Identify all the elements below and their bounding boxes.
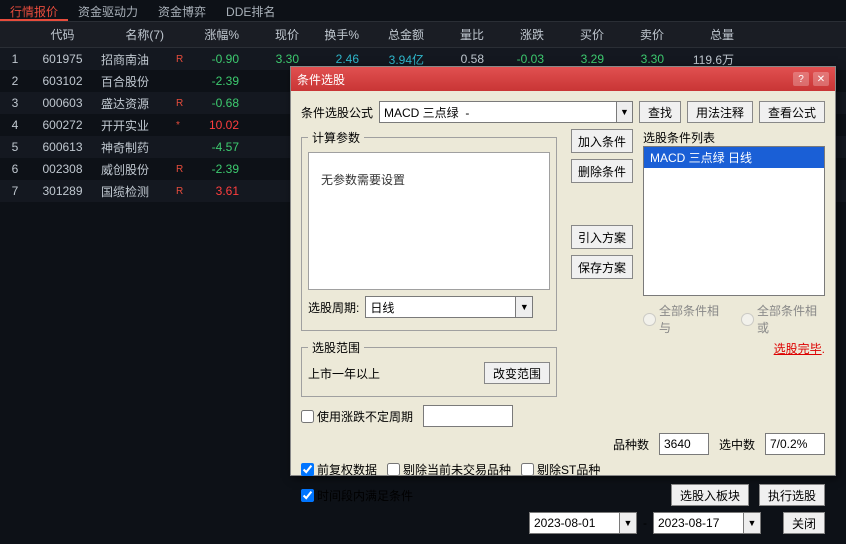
param-legend: 计算参数 (308, 129, 364, 146)
th-volratio[interactable]: 量比 (430, 26, 490, 43)
view-formula-button[interactable]: 查看公式 (759, 101, 825, 123)
radio-and[interactable]: 全部条件相与 (643, 302, 727, 336)
th-chg[interactable]: 涨幅% (185, 26, 245, 43)
chevron-down-icon[interactable]: ▼ (616, 101, 633, 123)
change-range-button[interactable]: 改变范围 (484, 362, 550, 384)
tab-bar: 行情报价 资金驱动力 资金博弈 DDE排名 (0, 0, 846, 22)
th-sell[interactable]: 卖价 (610, 26, 670, 43)
dialog-title: 条件选股 (297, 71, 345, 88)
list-item[interactable]: MACD 三点绿 日线 (644, 147, 824, 168)
status-text[interactable]: 选股完毕 (774, 342, 822, 356)
th-code[interactable]: 代码 (30, 26, 95, 43)
count-value (659, 433, 709, 455)
th-buy[interactable]: 买价 (550, 26, 610, 43)
tab-dde[interactable]: DDE排名 (216, 0, 285, 21)
chevron-down-icon[interactable]: ▼ (619, 512, 637, 534)
chk-exclude-st[interactable]: 剔除ST品种 (521, 461, 600, 478)
var-period-input[interactable] (423, 405, 513, 427)
selected-label: 选中数 (719, 436, 755, 453)
selected-value (765, 433, 825, 455)
range-text: 上市一年以上 (308, 365, 380, 382)
help-icon[interactable]: ? (793, 72, 809, 86)
tab-fund-drive[interactable]: 资金驱动力 (68, 0, 148, 21)
th-turnover[interactable]: 换手% (305, 26, 365, 43)
chk-adjusted[interactable]: 前复权数据 (301, 461, 377, 478)
period-combo[interactable]: ▼ (365, 296, 533, 318)
table-header: 代码 名称(7) 涨幅% 现价 换手% 总金额 量比 涨跌 买价 卖价 总量 (0, 22, 846, 48)
formula-label: 条件选股公式 (301, 104, 373, 121)
chevron-down-icon[interactable]: ▼ (743, 512, 761, 534)
find-button[interactable]: 查找 (639, 101, 681, 123)
delete-condition-button[interactable]: 删除条件 (571, 159, 633, 183)
close-button[interactable]: 关闭 (783, 512, 825, 534)
period-input[interactable] (365, 296, 515, 318)
th-price[interactable]: 现价 (245, 26, 305, 43)
add-to-sector-button[interactable]: 选股入板块 (671, 484, 749, 506)
chk-exclude-notrade[interactable]: 剔除当前未交易品种 (387, 461, 511, 478)
param-group: 计算参数 无参数需要设置 选股周期: ▼ (301, 129, 557, 331)
tab-quote[interactable]: 行情报价 (0, 0, 68, 21)
close-icon[interactable]: ✕ (813, 72, 829, 86)
formula-input[interactable] (379, 101, 616, 123)
date-dash: - (643, 516, 647, 530)
dialog-titlebar[interactable]: 条件选股 ? ✕ (291, 67, 835, 91)
th-amount[interactable]: 总金额 (365, 26, 430, 43)
count-label: 品种数 (613, 436, 649, 453)
formula-combo[interactable]: ▼ (379, 101, 633, 123)
save-plan-button[interactable]: 保存方案 (571, 255, 633, 279)
import-plan-button[interactable]: 引入方案 (571, 225, 633, 249)
chk-time-range[interactable]: 时间段内满足条件 (301, 487, 413, 504)
add-condition-button[interactable]: 加入条件 (571, 129, 633, 153)
date-from-input[interactable] (529, 512, 619, 534)
date-to-input[interactable] (653, 512, 743, 534)
th-name[interactable]: 名称(7) (95, 26, 170, 43)
execute-button[interactable]: 执行选股 (759, 484, 825, 506)
chk-var-period[interactable]: 使用涨跌不定周期 (301, 408, 413, 425)
radio-or[interactable]: 全部条件相或 (741, 302, 825, 336)
range-legend: 选股范围 (308, 339, 364, 356)
condition-dialog: 条件选股 ? ✕ 条件选股公式 ▼ 查找 用法注释 查看公式 计算参数 无参数需… (290, 66, 836, 476)
usage-button[interactable]: 用法注释 (687, 101, 753, 123)
tab-fund-game[interactable]: 资金博弈 (148, 0, 216, 21)
date-to[interactable]: ▼ (653, 512, 761, 534)
date-from[interactable]: ▼ (529, 512, 637, 534)
period-label: 选股周期: (308, 299, 359, 316)
range-group: 选股范围 上市一年以上 改变范围 (301, 339, 557, 397)
chevron-down-icon[interactable]: ▼ (515, 296, 533, 318)
th-volume[interactable]: 总量 (670, 26, 740, 43)
param-box: 无参数需要设置 (308, 152, 550, 290)
cond-list-label: 选股条件列表 (643, 129, 825, 146)
condition-listbox[interactable]: MACD 三点绿 日线 (643, 146, 825, 296)
th-diff[interactable]: 涨跌 (490, 26, 550, 43)
